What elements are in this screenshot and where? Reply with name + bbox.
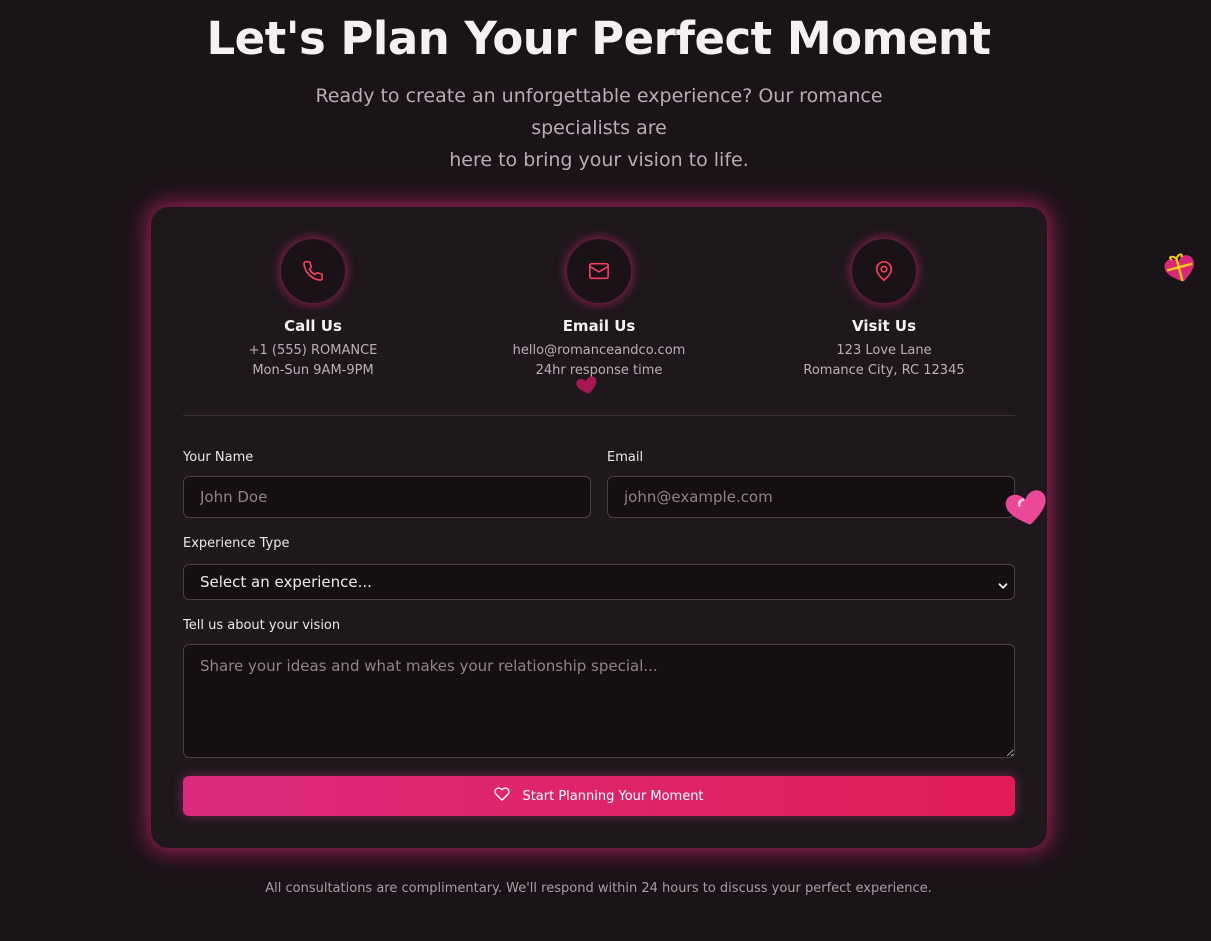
- email-label: Email: [607, 450, 644, 465]
- name-input[interactable]: [183, 476, 591, 518]
- contact-methods: Call Us +1 (555) ROMANCE Mon-Sun 9AM-9PM…: [151, 239, 1047, 399]
- contact-phone-hours: Mon-Sun 9AM-9PM: [252, 363, 374, 378]
- heart-outline-icon: [494, 786, 511, 806]
- heart-emoji-icon: [575, 373, 599, 401]
- page-title: Let's Plan Your Perfect Moment: [206, 12, 991, 65]
- map-pin-icon: [852, 239, 916, 303]
- contact-page: Let's Plan Your Perfect Moment Ready to …: [0, 0, 1211, 941]
- contact-address-street: 123 Love Lane: [836, 343, 932, 358]
- subtitle-line-2: here to bring your vision to life.: [449, 149, 749, 171]
- vision-label: Tell us about your vision: [183, 618, 341, 633]
- footer-note: All consultations are complimentary. We'…: [265, 881, 932, 896]
- experience-label: Experience Type: [183, 536, 290, 551]
- section-divider: [183, 415, 1015, 416]
- subtitle-line-1: Ready to create an unforgettable experie…: [315, 85, 883, 139]
- mail-icon: [567, 239, 631, 303]
- name-label: Your Name: [183, 450, 254, 465]
- contact-phone-number[interactable]: +1 (555) ROMANCE: [168, 341, 458, 361]
- contact-email-title: Email Us: [562, 317, 636, 335]
- heart-emoji-icon: [1003, 484, 1051, 532]
- contact-call: Call Us +1 (555) ROMANCE Mon-Sun 9AM-9PM: [168, 239, 458, 381]
- contact-call-title: Call Us: [284, 317, 342, 335]
- chevron-down-icon: [998, 577, 1008, 595]
- phone-icon: [281, 239, 345, 303]
- experience-select-value: Select an experience...: [200, 573, 372, 591]
- email-input[interactable]: [607, 476, 1015, 518]
- contact-address-city: Romance City, RC 12345: [803, 363, 965, 378]
- contact-email: Email Us hello@romanceandco.com 24hr res…: [454, 239, 744, 381]
- page-subtitle: Ready to create an unforgettable experie…: [270, 80, 928, 176]
- contact-visit-title: Visit Us: [851, 317, 917, 335]
- contact-email-response: 24hr response time: [535, 363, 663, 378]
- contact-visit: Visit Us 123 Love Lane Romance City, RC …: [739, 239, 1029, 381]
- contact-email-address[interactable]: hello@romanceandco.com: [454, 341, 744, 361]
- start-planning-label: Start Planning Your Moment: [522, 788, 704, 804]
- start-planning-button[interactable]: Start Planning Your Moment: [183, 776, 1015, 816]
- contact-card: Call Us +1 (555) ROMANCE Mon-Sun 9AM-9PM…: [151, 207, 1047, 848]
- experience-select[interactable]: Select an experience...: [183, 564, 1015, 600]
- gift-heart-emoji-icon: [1163, 251, 1197, 289]
- vision-textarea[interactable]: [183, 644, 1015, 758]
